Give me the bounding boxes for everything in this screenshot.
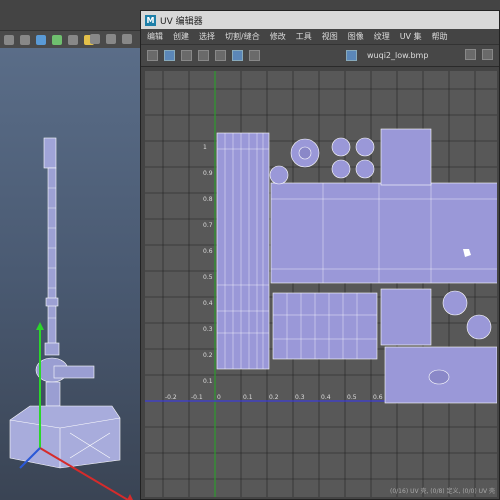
v-tick-label: 0.1 — [203, 378, 213, 385]
handle-collar — [44, 342, 60, 356]
uv-shell-cap-1 — [331, 137, 351, 157]
window-title: UV 编辑器 — [160, 16, 203, 27]
uv-shell-joint-hole — [428, 369, 450, 385]
uv-editor-window: M UV 编辑器 编辑 创建 选择 切割/缝合 修改 工具 视图 图像 纹理 U… — [140, 10, 500, 500]
uv-shell-head-face — [380, 288, 432, 346]
menu-image[interactable]: 图像 — [348, 31, 364, 42]
menu-cut-sew[interactable]: 切割/缝合 — [225, 31, 260, 42]
uv-shell-head-top — [380, 128, 432, 186]
image-display-icon[interactable] — [346, 50, 357, 61]
uv-toolbar: wuqi2_low.bmp — [141, 45, 499, 67]
u-tick-label: 0.4 — [321, 394, 331, 401]
snap-grid-icon[interactable] — [36, 34, 46, 45]
shaded-uv-icon[interactable] — [181, 50, 192, 61]
uv-shell-cap-4 — [355, 159, 375, 179]
u-tick-label: 0.3 — [295, 394, 305, 401]
uv-right-tools — [465, 49, 493, 60]
checker-icon[interactable] — [215, 50, 226, 61]
menu-help[interactable]: 帮助 — [432, 31, 448, 42]
menu-edit[interactable]: 编辑 — [147, 31, 163, 42]
snapshot-icon[interactable] — [249, 50, 260, 61]
hammer-neck — [45, 381, 61, 407]
distortion-icon[interactable] — [198, 50, 209, 61]
v-tick-label: 0.2 — [203, 352, 213, 359]
snap-curve-icon[interactable] — [52, 34, 62, 45]
menu-textures[interactable]: 纹理 — [374, 31, 390, 42]
isolate-icon[interactable] — [232, 50, 243, 61]
u-tick-label: 0.5 — [347, 394, 357, 401]
render-icon[interactable] — [90, 34, 100, 44]
perspective-viewport[interactable] — [0, 48, 140, 500]
menu-uv-sets[interactable]: UV 集 — [400, 31, 422, 42]
u-tick-label: 0.1 — [243, 394, 253, 401]
v-tick-label: 0.8 — [203, 196, 213, 203]
v-tick-label: 1 — [203, 144, 207, 151]
v-tick-label: 0.3 — [203, 326, 213, 333]
hammer-mesh — [9, 137, 133, 500]
u-tick-label: -0.2 — [165, 394, 177, 401]
uv-shell-cap-3 — [331, 159, 351, 179]
handle-shaft — [47, 167, 57, 349]
exposure-icon[interactable] — [465, 49, 476, 60]
v-tick-label: 0.5 — [203, 274, 213, 281]
u-tick-label: 0.6 — [373, 394, 383, 401]
uv-texture-panel[interactable]: -0.2-0.100.10.20.30.40.50.60.70.80.910.9… — [145, 71, 497, 497]
v-tick-label: 0.6 — [203, 248, 213, 255]
uv-shell-cap-6 — [442, 290, 468, 316]
uv-menubar: 编辑 创建 选择 切割/缝合 修改 工具 视图 图像 纹理 UV 集 帮助 — [141, 29, 499, 45]
texture-name[interactable]: wuqi2_low.bmp — [367, 51, 428, 60]
uv-shell-head-sides — [270, 182, 497, 284]
menu-modify[interactable]: 修改 — [270, 31, 286, 42]
uv-status: (0/16) UV 壳, (0/8) 定义, (0/0) UV 壳 — [390, 488, 495, 495]
render-tools — [90, 34, 132, 44]
menu-view[interactable]: 视图 — [322, 31, 338, 42]
u-tick-label: 0.2 — [269, 394, 279, 401]
u-tick-label: 0 — [217, 394, 221, 401]
hammer-side-bar — [53, 365, 95, 379]
lasso-tool-icon[interactable] — [20, 34, 30, 45]
snap-point-icon[interactable] — [68, 34, 78, 45]
ipr-render-icon[interactable] — [106, 34, 116, 44]
render-settings-icon[interactable] — [122, 34, 132, 44]
menu-tools[interactable]: 工具 — [296, 31, 312, 42]
menu-select[interactable]: 选择 — [199, 31, 215, 42]
handle-top-cap — [43, 137, 57, 169]
uv-shell-head-bottom — [272, 292, 378, 360]
u-tick-label: -0.1 — [191, 394, 203, 401]
uv-shell-cap-2 — [355, 137, 375, 157]
v-tick-label: 0.4 — [203, 300, 213, 307]
uv-shell-cap-5 — [269, 165, 289, 185]
maya-logo-icon: M — [145, 14, 156, 26]
uv-editor-titlebar[interactable]: M UV 编辑器 — [141, 11, 499, 29]
texture-display-icon[interactable] — [164, 50, 175, 61]
grid-icon[interactable] — [147, 50, 158, 61]
menu-create[interactable]: 创建 — [173, 31, 189, 42]
v-tick-label: 0.9 — [203, 170, 213, 177]
uv-grid: -0.2-0.100.10.20.30.40.50.60.70.80.910.9… — [145, 71, 497, 497]
select-tool-icon[interactable] — [4, 34, 14, 45]
v-tick-label: 0.7 — [203, 222, 213, 229]
handle-ring — [45, 297, 59, 307]
gamma-icon[interactable] — [482, 49, 493, 60]
uv-shell-cap-7 — [466, 314, 492, 340]
